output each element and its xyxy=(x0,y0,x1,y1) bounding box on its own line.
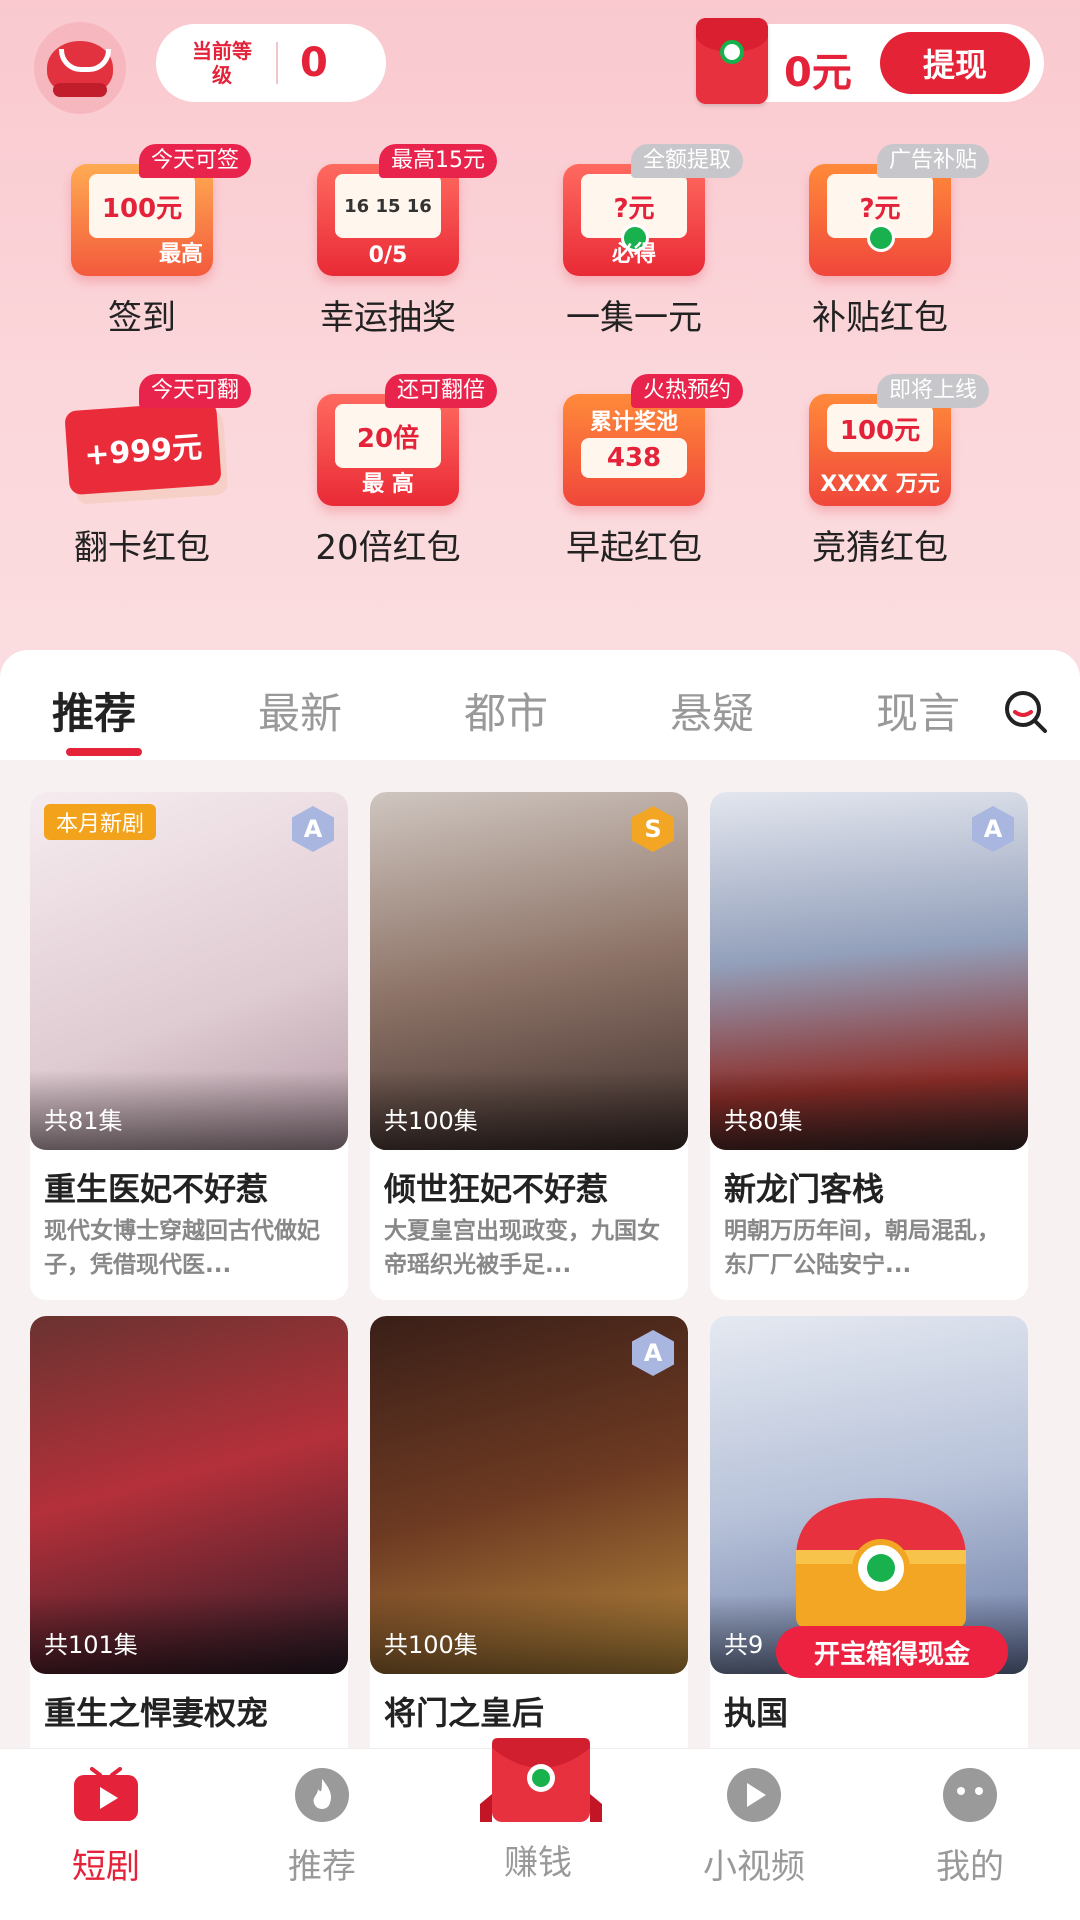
feature-tag: 最高15元 xyxy=(379,144,497,178)
feature-sign-in[interactable]: 100元 最高 今天可签 签到 xyxy=(22,144,262,339)
feature-flip-card[interactable]: +999元 今天可翻 翻卡红包 xyxy=(22,374,262,569)
rank-badge: A xyxy=(972,806,1014,852)
episode-count: 共9 xyxy=(724,1631,764,1659)
tab-mystery[interactable]: 悬疑 xyxy=(670,680,754,741)
feature-label: 一集一元 xyxy=(566,298,702,338)
divider xyxy=(276,42,278,84)
cash-amount: 0元 xyxy=(784,50,852,96)
category-tab-bar: 推荐 最新 都市 悬疑 现言 xyxy=(0,650,1080,760)
red-envelope-icon: ?元 必得 全额提取 xyxy=(549,144,743,280)
nav-short-video[interactable]: 小视频 xyxy=(674,1767,834,1888)
drama-description: 大夏皇宫出现政变，九国女帝瑶织光被手足... xyxy=(384,1218,660,1278)
red-envelope-icon: ?元 广告补贴 xyxy=(795,144,989,280)
episode-count: 共100集 xyxy=(384,1631,478,1659)
active-tab-indicator xyxy=(66,748,142,756)
drama-poster[interactable]: A 共80集 xyxy=(710,792,1028,1150)
rank-badge: S xyxy=(632,806,674,852)
nav-label: 我的 xyxy=(936,1847,1004,1887)
feature-label: 补贴红包 xyxy=(812,298,948,338)
red-envelope-icon xyxy=(696,18,768,104)
drama-card[interactable]: 本月新剧 A 共81集 重生医妃不好惹 现代女博士穿越回古代做妃子，凭借现代医.… xyxy=(30,792,348,1300)
drama-title: 倾世狂妃不好惹 xyxy=(384,1170,609,1208)
nav-recommend[interactable]: 推荐 xyxy=(242,1767,402,1888)
feature-guess-envelope[interactable]: 100元 XXXX 万元 即将上线 竞猜红包 xyxy=(760,374,1000,569)
nav-short-drama[interactable]: 短剧 xyxy=(26,1767,186,1888)
smile-face-icon xyxy=(47,41,113,97)
drama-title: 重生之悍妻权宠 xyxy=(44,1694,269,1732)
drama-poster[interactable]: A 共100集 xyxy=(370,1316,688,1674)
level-pill[interactable]: 当前等级 0 xyxy=(156,24,386,102)
episode-count: 共100集 xyxy=(384,1107,478,1135)
rank-badge: A xyxy=(292,806,334,852)
drama-title: 新龙门客栈 xyxy=(724,1170,885,1208)
nav-label: 短剧 xyxy=(72,1847,140,1887)
nav-label: 小视频 xyxy=(703,1847,805,1887)
red-envelope-icon: 20倍 最 高 还可翻倍 xyxy=(303,374,497,510)
feature-tag: 火热预约 xyxy=(630,374,743,408)
app-logo-avatar[interactable] xyxy=(34,22,126,114)
drama-poster[interactable]: 共101集 xyxy=(30,1316,348,1674)
feature-one-episode-one-yuan[interactable]: ?元 必得 全额提取 一集一元 xyxy=(514,144,754,339)
tab-romance[interactable]: 现言 xyxy=(876,680,960,741)
play-icon xyxy=(727,1768,781,1822)
feature-subsidy-envelope[interactable]: ?元 广告补贴 补贴红包 xyxy=(760,144,1000,339)
episode-count: 共80集 xyxy=(724,1107,803,1135)
sign-in-icon: 100元 最高 今天可签 xyxy=(57,144,251,280)
fire-icon xyxy=(295,1768,349,1822)
lucky-draw-icon: 16 15 16 0/5 最高15元 xyxy=(303,144,497,280)
rank-badge: A xyxy=(632,1330,674,1376)
tab-latest[interactable]: 最新 xyxy=(258,680,342,741)
top-banner-area xyxy=(0,0,1080,680)
drama-title: 执国 xyxy=(724,1694,789,1732)
drama-poster[interactable]: S 共100集 xyxy=(370,792,688,1150)
level-label: 当前等级 xyxy=(192,39,252,87)
profile-icon xyxy=(943,1768,997,1822)
feature-label: 早起红包 xyxy=(566,528,702,568)
feature-20x-envelope[interactable]: 20倍 最 高 还可翻倍 20倍红包 xyxy=(268,374,508,569)
flip-card-icon: +999元 今天可翻 xyxy=(57,374,251,510)
feature-label: 幸运抽奖 xyxy=(320,298,456,338)
tab-recommend[interactable]: 推荐 xyxy=(52,680,136,741)
feature-early-bird-envelope[interactable]: 累计奖池 438 火热预约 早起红包 xyxy=(514,374,754,569)
drama-title: 将门之皇后 xyxy=(384,1694,545,1732)
feature-label: 20倍红包 xyxy=(315,528,461,568)
red-envelope-icon[interactable] xyxy=(478,1732,604,1824)
treasure-chest-icon[interactable] xyxy=(776,1488,986,1638)
feature-lucky-draw[interactable]: 16 15 16 0/5 最高15元 幸运抽奖 xyxy=(268,144,508,339)
open-chest-button[interactable]: 开宝箱得现金 xyxy=(776,1626,1008,1678)
feature-tag: 即将上线 xyxy=(876,374,989,408)
drama-title: 重生医妃不好惹 xyxy=(44,1170,269,1208)
prize-pool-icon: 100元 XXXX 万元 即将上线 xyxy=(795,374,989,510)
nav-profile[interactable]: 我的 xyxy=(890,1767,1050,1888)
feature-tag: 今天可翻 xyxy=(138,374,251,408)
tv-icon xyxy=(74,1767,138,1821)
drama-card[interactable]: A 共80集 新龙门客栈 明朝万历年间，朝局混乱，东厂厂公陆安宁... xyxy=(710,792,1028,1300)
drama-card[interactable]: S 共100集 倾世狂妃不好惹 大夏皇宫出现政变，九国女帝瑶织光被手足... xyxy=(370,792,688,1300)
withdraw-button[interactable]: 提现 xyxy=(880,32,1030,94)
feature-tag: 今天可签 xyxy=(138,144,251,178)
episode-count: 共101集 xyxy=(44,1631,138,1659)
feature-tag: 全额提取 xyxy=(630,144,743,178)
nav-label: 赚钱 xyxy=(504,1843,572,1883)
episode-count: 共81集 xyxy=(44,1107,123,1135)
feature-tag: 广告补贴 xyxy=(876,144,989,178)
feature-tag: 还可翻倍 xyxy=(384,374,497,408)
level-value: 0 xyxy=(300,40,328,86)
nav-label: 推荐 xyxy=(288,1847,356,1887)
prize-pool-icon: 累计奖池 438 火热预约 xyxy=(549,374,743,510)
drama-description: 现代女博士穿越回古代做妃子，凭借现代医... xyxy=(44,1218,320,1278)
tab-urban[interactable]: 都市 xyxy=(464,680,548,741)
drama-description: 明朝万历年间，朝局混乱，东厂厂公陆安宁... xyxy=(724,1218,1000,1278)
new-drama-badge: 本月新剧 xyxy=(44,804,157,840)
search-icon[interactable] xyxy=(1002,688,1048,734)
cash-pill[interactable]: 0元 提现 xyxy=(696,18,1044,104)
feature-label: 签到 xyxy=(108,298,176,338)
feature-label: 竞猜红包 xyxy=(812,528,948,568)
feature-label: 翻卡红包 xyxy=(74,528,210,568)
drama-poster[interactable]: 本月新剧 A 共81集 xyxy=(30,792,348,1150)
